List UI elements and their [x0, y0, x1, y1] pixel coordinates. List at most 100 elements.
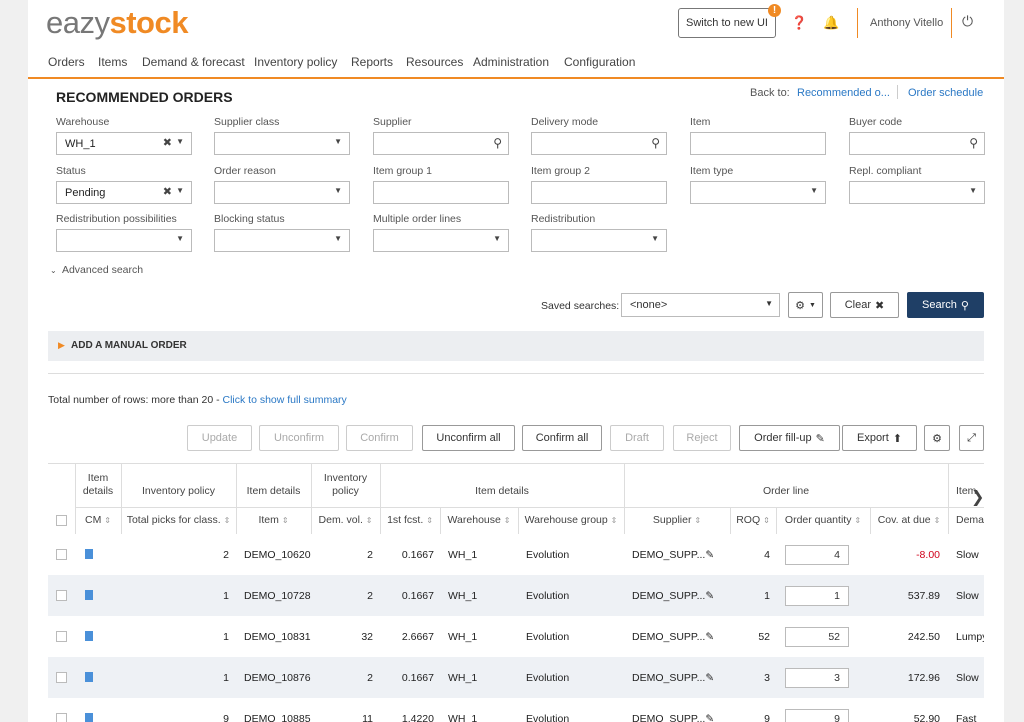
row-checkbox[interactable]	[56, 549, 67, 560]
caret-down-icon: ▼	[334, 234, 342, 243]
back-link-order-schedule[interactable]: Order schedule	[908, 87, 983, 99]
document-icon[interactable]	[85, 590, 93, 600]
col-total-picks[interactable]: Total picks for class. ⇕	[121, 514, 236, 527]
picks-link[interactable]: 1	[121, 590, 229, 602]
nav-configuration[interactable]: Configuration	[564, 55, 635, 69]
row-checkbox[interactable]	[56, 590, 67, 601]
pencil-icon[interactable]: ✎	[705, 672, 714, 684]
col-cov-due[interactable]: Cov. at due ⇕	[870, 514, 948, 527]
item-input[interactable]	[690, 132, 826, 155]
select-all-checkbox[interactable]	[56, 515, 67, 526]
nav-administration[interactable]: Administration	[473, 55, 549, 69]
status-select[interactable]: Pending ✖ ▼	[56, 181, 192, 204]
document-icon[interactable]	[85, 631, 93, 641]
col-item[interactable]: Item ⇕	[236, 514, 311, 527]
draft-button[interactable]: Draft	[610, 425, 664, 451]
item-link[interactable]: DEMO_10831	[244, 631, 311, 643]
col-demand[interactable]: Dema	[956, 514, 984, 527]
buyer-code-input[interactable]: ⚲	[849, 132, 985, 155]
power-icon[interactable]: ⏻	[962, 13, 973, 30]
saved-searches-select[interactable]: <none> ▼	[621, 293, 780, 317]
unconfirm-all-button[interactable]: Unconfirm all	[422, 425, 515, 451]
col-order-qty[interactable]: Order quantity ⇕	[776, 514, 870, 527]
switch-ui-button[interactable]: Switch to new UI	[678, 8, 776, 38]
eazystock-logo[interactable]: eazystock	[46, 6, 188, 40]
nav-items[interactable]: Items	[98, 55, 127, 69]
row-checkbox[interactable]	[56, 631, 67, 642]
confirm-button[interactable]: Confirm	[346, 425, 413, 451]
item-link[interactable]: DEMO_10620	[244, 549, 311, 561]
picks-link[interactable]: 9	[121, 713, 229, 722]
help-icon[interactable]: ❓	[791, 15, 807, 31]
search-icon[interactable]: ⚲	[493, 136, 502, 150]
col-warehouse-group[interactable]: Warehouse group ⇕	[518, 514, 624, 527]
pencil-icon[interactable]: ✎	[705, 590, 714, 602]
pencil-icon[interactable]: ✎	[705, 713, 714, 722]
order-quantity-input[interactable]: 1	[785, 586, 849, 606]
picks-link[interactable]: 1	[121, 631, 229, 643]
search-icon[interactable]: ⚲	[651, 136, 660, 150]
pencil-icon[interactable]: ✎	[705, 631, 714, 643]
blocking-status-select[interactable]: ▼	[214, 229, 350, 252]
col-first-fcst[interactable]: 1st fcst. ⇕	[380, 514, 440, 527]
advanced-search-toggle[interactable]: ⌄ Advanced search	[50, 264, 143, 276]
clear-icon[interactable]: ✖	[163, 136, 172, 149]
export-button[interactable]: Export ⬆	[842, 425, 917, 451]
order-reason-select[interactable]: ▼	[214, 181, 350, 204]
nav-resources[interactable]: Resources	[406, 55, 463, 69]
item-link[interactable]: DEMO_10728	[244, 590, 311, 602]
repl-compliant-select[interactable]: ▼	[849, 181, 985, 204]
scroll-right-icon[interactable]: ❯	[971, 487, 984, 507]
pencil-icon[interactable]: ✎	[705, 549, 714, 561]
document-icon[interactable]	[85, 549, 93, 559]
item-link[interactable]: DEMO_10885	[244, 713, 311, 722]
bell-icon[interactable]: 🔔	[823, 15, 839, 31]
delivery-mode-input[interactable]: ⚲	[531, 132, 667, 155]
unconfirm-button[interactable]: Unconfirm	[259, 425, 339, 451]
document-icon[interactable]	[85, 713, 93, 722]
confirm-all-button[interactable]: Confirm all	[522, 425, 602, 451]
col-roq[interactable]: ROQ ⇕	[730, 514, 776, 527]
redistribution-select[interactable]: ▼	[531, 229, 667, 252]
order-quantity-input[interactable]: 3	[785, 668, 849, 688]
item-type-select[interactable]: ▼	[690, 181, 826, 204]
saved-settings-button[interactable]: ⚙ ▼	[788, 292, 823, 318]
order-quantity-input[interactable]: 4	[785, 545, 849, 565]
order-fillup-button[interactable]: Order fill-up ✎	[739, 425, 840, 451]
nav-orders[interactable]: Orders	[48, 55, 85, 69]
picks-link[interactable]: 1	[121, 672, 229, 684]
nav-demand-forecast[interactable]: Demand & forecast	[142, 55, 245, 69]
add-manual-order-panel[interactable]: ▶ ADD A MANUAL ORDER	[48, 331, 984, 361]
redistribution-possibilities-select[interactable]: ▼	[56, 229, 192, 252]
show-summary-link[interactable]: Click to show full summary	[223, 394, 347, 406]
supplier-class-select[interactable]: ▼	[214, 132, 350, 155]
clear-icon[interactable]: ✖	[163, 185, 172, 198]
order-quantity-input[interactable]: 9	[785, 709, 849, 722]
warehouse-select[interactable]: WH_1 ✖ ▼	[56, 132, 192, 155]
col-supplier[interactable]: Supplier ⇕	[624, 514, 730, 527]
item-group2-input[interactable]	[531, 181, 667, 204]
table-settings-button[interactable]: ⚙	[924, 425, 950, 451]
row-checkbox[interactable]	[56, 672, 67, 683]
reject-button[interactable]: Reject	[673, 425, 731, 451]
row-checkbox[interactable]	[56, 713, 67, 722]
col-cm[interactable]: CM ⇕	[75, 514, 121, 527]
col-dem-vol[interactable]: Dem. vol. ⇕	[311, 514, 380, 527]
document-icon[interactable]	[85, 672, 93, 682]
col-warehouse[interactable]: Warehouse ⇕	[440, 514, 518, 527]
item-link[interactable]: DEMO_10876	[244, 672, 311, 684]
search-icon[interactable]: ⚲	[969, 136, 978, 150]
search-button[interactable]: Search ⚲	[907, 292, 984, 318]
multiple-order-lines-select[interactable]: ▼	[373, 229, 509, 252]
picks-link[interactable]: 2	[121, 549, 229, 561]
supplier-input[interactable]: ⚲	[373, 132, 509, 155]
item-group1-input[interactable]	[373, 181, 509, 204]
nav-inventory-policy[interactable]: Inventory policy	[254, 55, 337, 69]
clear-button[interactable]: Clear ✖	[830, 292, 899, 318]
nav-reports[interactable]: Reports	[351, 55, 393, 69]
update-button[interactable]: Update	[187, 425, 252, 451]
user-name[interactable]: Anthony Vitello	[870, 17, 943, 29]
fullscreen-button[interactable]: ⤢	[959, 425, 984, 451]
order-quantity-input[interactable]: 52	[785, 627, 849, 647]
back-link-recommended[interactable]: Recommended o...	[797, 87, 890, 99]
